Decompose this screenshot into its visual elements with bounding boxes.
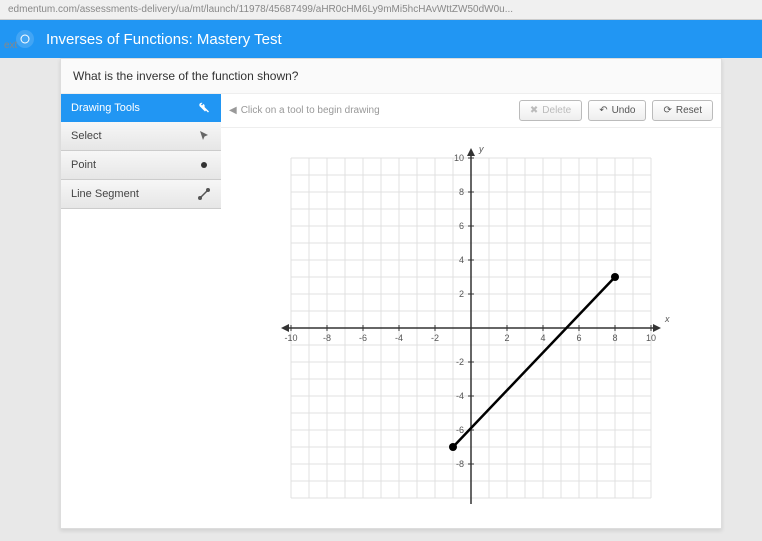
question-text: What is the inverse of the function show… bbox=[61, 59, 721, 94]
tool-label: Select bbox=[71, 130, 102, 142]
svg-text:4: 4 bbox=[459, 255, 464, 265]
assessment-panel: What is the inverse of the function show… bbox=[60, 58, 722, 529]
tool-label: Point bbox=[71, 159, 96, 171]
tool-line-segment[interactable]: Line Segment bbox=[61, 180, 221, 209]
svg-text:-10: -10 bbox=[284, 333, 297, 343]
canvas-hint-text: Click on a tool to begin drawing bbox=[241, 105, 380, 116]
reset-button-label: Reset bbox=[676, 105, 702, 116]
undo-icon: ↶ bbox=[599, 105, 607, 116]
browser-url-bar: edmentum.com/assessments-delivery/ua/mt/… bbox=[0, 0, 762, 20]
svg-text:-8: -8 bbox=[456, 459, 464, 469]
tool-point[interactable]: Point bbox=[61, 151, 221, 180]
svg-text:-8: -8 bbox=[323, 333, 331, 343]
graph-canvas-area: ◀ Click on a tool to begin drawing ✖ Del… bbox=[221, 94, 721, 528]
reset-button[interactable]: ⟳ Reset bbox=[652, 100, 713, 121]
undo-button[interactable]: ↶ Undo bbox=[588, 100, 646, 121]
cursor-icon bbox=[197, 129, 211, 143]
ext-label: ext bbox=[4, 40, 17, 51]
delete-icon: ✖ bbox=[530, 105, 538, 116]
workspace: Drawing Tools Select Point Line Segment bbox=[61, 94, 721, 528]
header-menu-icon[interactable] bbox=[16, 30, 34, 48]
svg-text:-4: -4 bbox=[456, 391, 464, 401]
delete-button-label: Delete bbox=[542, 105, 571, 116]
svg-text:4: 4 bbox=[540, 333, 545, 343]
tools-panel-header: Drawing Tools bbox=[61, 94, 221, 122]
drawing-tools-panel: Drawing Tools Select Point Line Segment bbox=[61, 94, 221, 528]
tools-panel-title: Drawing Tools bbox=[71, 102, 140, 114]
svg-text:8: 8 bbox=[612, 333, 617, 343]
svg-text:10: 10 bbox=[454, 153, 464, 163]
tool-label: Line Segment bbox=[71, 188, 139, 200]
page-header: Inverses of Functions: Mastery Test bbox=[0, 20, 762, 58]
svg-text:2: 2 bbox=[459, 289, 464, 299]
svg-text:-6: -6 bbox=[456, 425, 464, 435]
reset-icon: ⟳ bbox=[663, 105, 671, 116]
delete-button[interactable]: ✖ Delete bbox=[519, 100, 582, 121]
coordinate-grid[interactable]: -10 -8 -6 -4 -2 2 4 6 8 10 -8 -6 -4 -2 2 4 6 8 10 x y bbox=[271, 138, 671, 518]
point-icon bbox=[197, 158, 211, 172]
undo-button-label: Undo bbox=[612, 105, 636, 116]
svg-text:-2: -2 bbox=[431, 333, 439, 343]
svg-text:y: y bbox=[478, 144, 484, 154]
svg-text:10: 10 bbox=[646, 333, 656, 343]
svg-text:6: 6 bbox=[576, 333, 581, 343]
svg-text:-4: -4 bbox=[395, 333, 403, 343]
svg-text:-2: -2 bbox=[456, 357, 464, 367]
canvas-hint: ◀ Click on a tool to begin drawing bbox=[229, 105, 513, 116]
wrench-icon bbox=[197, 101, 211, 115]
svg-text:2: 2 bbox=[504, 333, 509, 343]
svg-text:-6: -6 bbox=[359, 333, 367, 343]
svg-text:x: x bbox=[664, 314, 670, 324]
graph-container[interactable]: -10 -8 -6 -4 -2 2 4 6 8 10 -8 -6 -4 -2 2 4 6 8 10 x y bbox=[221, 128, 721, 528]
hint-arrow-icon: ◀ bbox=[229, 105, 237, 116]
page-title: Inverses of Functions: Mastery Test bbox=[46, 31, 282, 48]
svg-text:8: 8 bbox=[459, 187, 464, 197]
canvas-toolbar: ◀ Click on a tool to begin drawing ✖ Del… bbox=[221, 94, 721, 128]
line-segment-icon bbox=[197, 187, 211, 201]
tool-select[interactable]: Select bbox=[61, 122, 221, 151]
svg-text:6: 6 bbox=[459, 221, 464, 231]
